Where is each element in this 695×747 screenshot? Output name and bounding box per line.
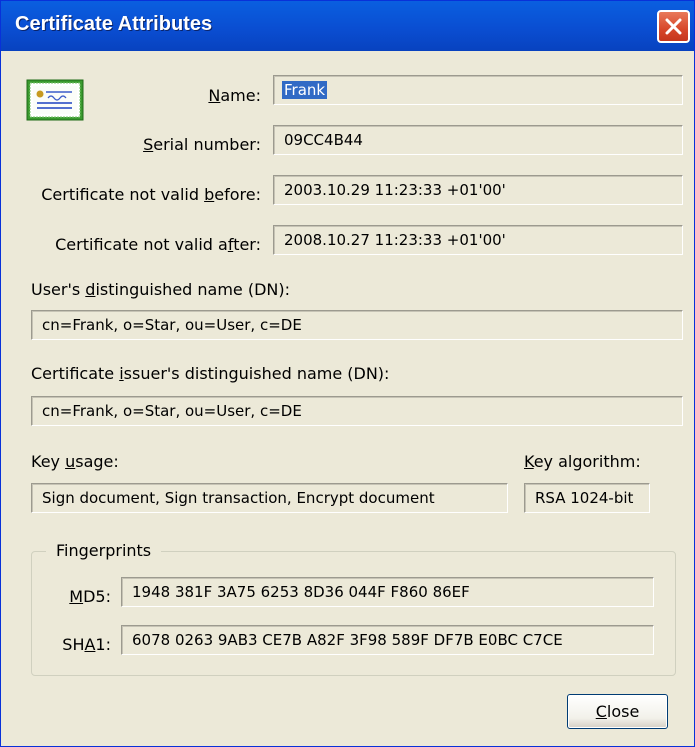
window-title: Certificate Attributes (15, 13, 213, 35)
not-valid-after-field[interactable]: 2008.10.27 11:23:33 +01'00' (273, 225, 683, 255)
serial-number-label: Serial number: (143, 135, 261, 154)
key-algorithm-field[interactable]: RSA 1024-bit (524, 483, 650, 513)
user-dn-value: cn=Frank, o=Star, ou=User, c=DE (42, 316, 302, 334)
key-usage-value: Sign document, Sign transaction, Encrypt… (42, 489, 435, 507)
window-close-button[interactable] (657, 10, 690, 43)
not-valid-before-field[interactable]: 2003.10.29 11:23:33 +01'00' (273, 175, 683, 205)
sha1-label: SHA1: (62, 635, 111, 654)
sha1-value: 6078 0263 9AB3 CE7B A82F 3F98 589F DF7B … (132, 631, 563, 649)
serial-number-field[interactable]: 09CC4B44 (273, 125, 683, 155)
key-algorithm-value: RSA 1024-bit (535, 489, 634, 507)
key-usage-field[interactable]: Sign document, Sign transaction, Encrypt… (31, 483, 508, 513)
fingerprints-group-title: Fingerprints (46, 541, 162, 560)
name-field[interactable]: Frank (273, 75, 683, 105)
dialog-body: Name: Frank Serial number: 09CC4B44 Cert… (1, 51, 694, 746)
not-valid-after-value: 2008.10.27 11:23:33 +01'00' (284, 231, 506, 249)
name-value-selected: Frank (282, 81, 328, 99)
not-valid-before-value: 2003.10.29 11:23:33 +01'00' (284, 181, 506, 199)
not-valid-after-label: Certificate not valid after: (55, 235, 261, 254)
user-dn-field[interactable]: cn=Frank, o=Star, ou=User, c=DE (31, 310, 683, 340)
close-icon (665, 18, 682, 35)
sha1-field[interactable]: 6078 0263 9AB3 CE7B A82F 3F98 589F DF7B … (121, 625, 654, 655)
md5-label: MD5: (69, 587, 111, 606)
issuer-dn-field[interactable]: cn=Frank, o=Star, ou=User, c=DE (31, 396, 683, 426)
serial-number-value: 09CC4B44 (284, 131, 363, 149)
issuer-dn-value: cn=Frank, o=Star, ou=User, c=DE (42, 402, 302, 420)
user-dn-label: User's distinguished name (DN): (31, 280, 291, 299)
fingerprints-group (31, 551, 676, 676)
certificate-attributes-dialog: Certificate Attributes Name: Frank Seria… (0, 0, 695, 747)
close-button[interactable]: Close (567, 694, 668, 729)
md5-value: 1948 381F 3A75 6253 8D36 044F F860 86EF (132, 583, 470, 601)
not-valid-before-label: Certificate not valid before: (41, 185, 261, 204)
issuer-dn-label: Certificate issuer's distinguished name … (31, 364, 390, 383)
md5-field[interactable]: 1948 381F 3A75 6253 8D36 044F F860 86EF (121, 577, 654, 607)
certificate-icon (26, 79, 84, 121)
name-label: Name: (208, 86, 261, 105)
key-algorithm-label: Key algorithm: (524, 452, 641, 471)
key-usage-label: Key usage: (31, 452, 119, 471)
title-bar[interactable]: Certificate Attributes (1, 1, 694, 51)
